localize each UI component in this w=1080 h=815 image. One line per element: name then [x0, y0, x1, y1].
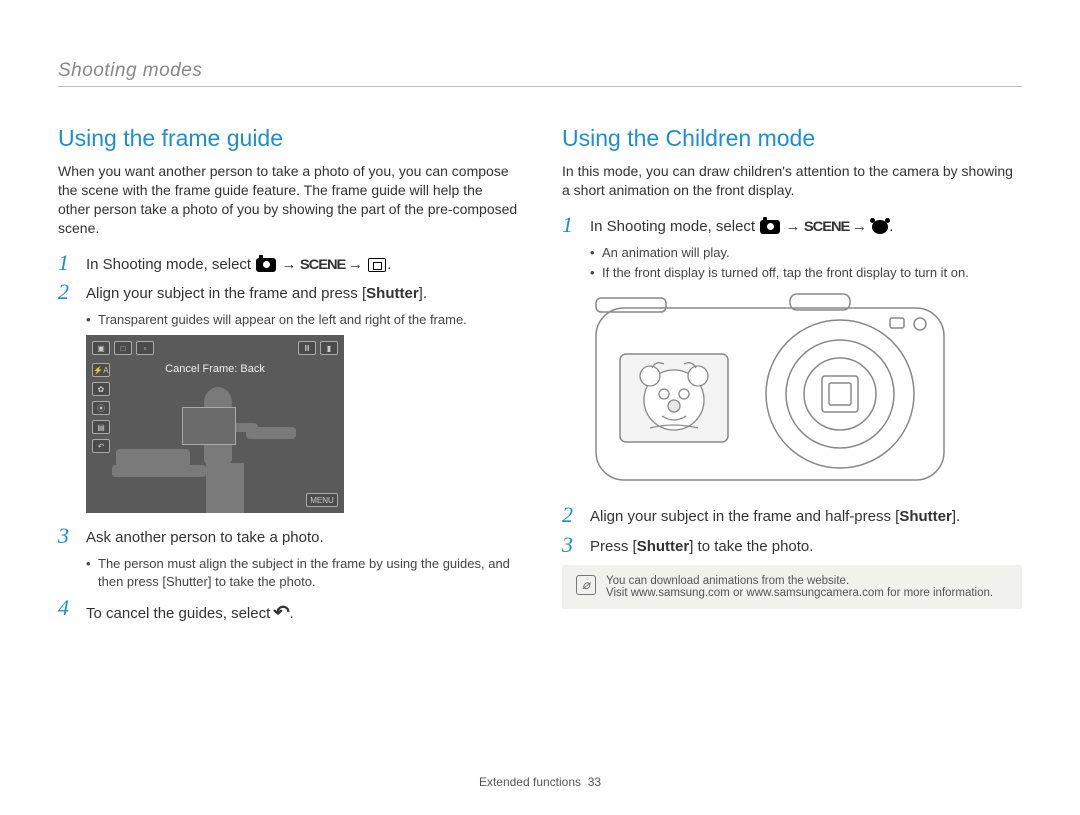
right-column: Using the Children mode In this mode, yo… [562, 125, 1022, 631]
step-number: 4 [58, 597, 76, 625]
left-step-1: 1 In Shooting mode, select → SCENE → . [58, 252, 518, 276]
lcd-counter-icon: Ⅲ [298, 341, 316, 355]
arrow: → [281, 256, 296, 273]
lcd-display-icon: ▤ [92, 420, 110, 434]
text: ] to take the photo. [208, 574, 316, 589]
text: In Shooting mode, select [590, 218, 759, 235]
lcd-focus-box [182, 407, 236, 445]
left-step-3: 3 Ask another person to take a photo. [58, 525, 518, 549]
step-body: Align your subject in the frame and half… [590, 504, 1022, 528]
right-intro: In this mode, you can draw children's at… [562, 162, 1022, 200]
lcd-macro-icon: ✿ [92, 382, 110, 396]
back-icon: ↶ [274, 599, 291, 625]
scene-icon: SCENE [300, 254, 345, 274]
arrow: → [348, 256, 363, 273]
left-step-4: 4 To cancel the guides, select ↶. [58, 597, 518, 625]
page-footer: Extended functions 33 [0, 775, 1080, 789]
right-title: Using the Children mode [562, 125, 1022, 152]
lcd-face-icon: ⦿ [92, 401, 110, 415]
text: ]. [952, 508, 960, 525]
left-column: Using the frame guide When you want anot… [58, 125, 518, 631]
info-note: ⌀ You can download animations from the w… [562, 565, 1022, 609]
right-step-3: 3 Press [Shutter] to take the photo. [562, 534, 1022, 558]
sub-item: Transparent guides will appear on the le… [86, 311, 518, 329]
lcd-size-icon: □ [114, 341, 132, 355]
step-body: To cancel the guides, select ↶. [86, 597, 518, 625]
lcd-flash-icon: ⚡A [92, 363, 110, 377]
step-body: Ask another person to take a photo. [86, 525, 518, 549]
step-number: 1 [562, 214, 580, 238]
lcd-top-bar: ▣ □ ▫ Ⅲ ▮ [92, 339, 338, 357]
text: In Shooting mode, select [86, 256, 255, 273]
step-body: Press [Shutter] to take the photo. [590, 534, 1022, 558]
text: ] to take the photo. [689, 538, 813, 555]
lcd-quality-icon: ▫ [136, 341, 154, 355]
note-text: You can download animations from the web… [606, 575, 993, 599]
right-step-1: 1 In Shooting mode, select → SCENE → . [562, 214, 1022, 238]
section-heading: Shooting modes [58, 60, 1022, 87]
sub-item: An animation will play. [590, 244, 1022, 262]
left-title: Using the frame guide [58, 125, 518, 152]
sub-item: If the front display is turned off, tap … [590, 264, 1022, 282]
step-body: In Shooting mode, select → SCENE → . [86, 252, 518, 276]
lcd-left-icons: ⚡A ✿ ⦿ ▤ ↶ [92, 363, 110, 507]
step-body: In Shooting mode, select → SCENE → . [590, 214, 1022, 238]
content-columns: Using the frame guide When you want anot… [58, 125, 1022, 631]
left-step-2-sub: Transparent guides will appear on the le… [58, 311, 518, 329]
text: . [387, 256, 391, 273]
right-step-1-sub: An animation will play. If the front dis… [562, 244, 1022, 282]
step-number: 1 [58, 252, 76, 276]
note-icon: ⌀ [576, 575, 596, 595]
note-line-2: Visit www.samsung.com or www.samsungcame… [606, 587, 993, 599]
text: Press [ [590, 538, 637, 555]
text: Align your subject in the frame and half… [590, 508, 899, 525]
shutter-label: Shutter [899, 508, 952, 525]
lcd-cancel-label: Cancel Frame: Back [86, 363, 344, 375]
text: To cancel the guides, select [86, 605, 274, 622]
lcd-menu-button: MENU [306, 493, 338, 507]
step-body: Align your subject in the frame and pres… [86, 281, 518, 305]
arrow: → [785, 218, 800, 235]
frame-guide-icon [368, 258, 386, 272]
lcd-back-icon: ↶ [92, 439, 110, 453]
note-line-1: You can download animations from the web… [606, 575, 993, 587]
sub-item: The person must align the subject in the… [86, 555, 518, 591]
children-mode-icon [872, 220, 888, 234]
shutter-label: Shutter [366, 285, 419, 302]
menu-label: MENU [306, 493, 338, 507]
left-step-2: 2 Align your subject in the frame and pr… [58, 281, 518, 305]
footer-label: Extended functions [479, 775, 581, 789]
step-number: 2 [562, 504, 580, 528]
right-step-2: 2 Align your subject in the frame and ha… [562, 504, 1022, 528]
lcd-mode-icon: ▣ [92, 341, 110, 355]
text: . [290, 605, 294, 622]
shutter-label: Shutter [637, 538, 690, 555]
step-number: 3 [562, 534, 580, 558]
step-number: 2 [58, 281, 76, 305]
text: ]. [419, 285, 427, 302]
text: Align your subject in the frame and pres… [86, 285, 366, 302]
arrow: → [852, 218, 867, 235]
camera-icon [760, 220, 780, 234]
left-step-3-sub: The person must align the subject in the… [58, 555, 518, 591]
camera-illustration [590, 290, 950, 490]
lcd-preview-figure: ▣ □ ▫ Ⅲ ▮ Cancel Frame: Back ⚡A ✿ ⦿ ▤ ↶ … [86, 335, 344, 513]
left-intro: When you want another person to take a p… [58, 162, 518, 238]
scene-icon: SCENE [804, 216, 849, 236]
lcd-battery-icon: ▮ [320, 341, 338, 355]
step-number: 3 [58, 525, 76, 549]
camera-icon [256, 258, 276, 272]
footer-page: 33 [588, 775, 601, 789]
shutter-label: Shutter [166, 574, 208, 589]
